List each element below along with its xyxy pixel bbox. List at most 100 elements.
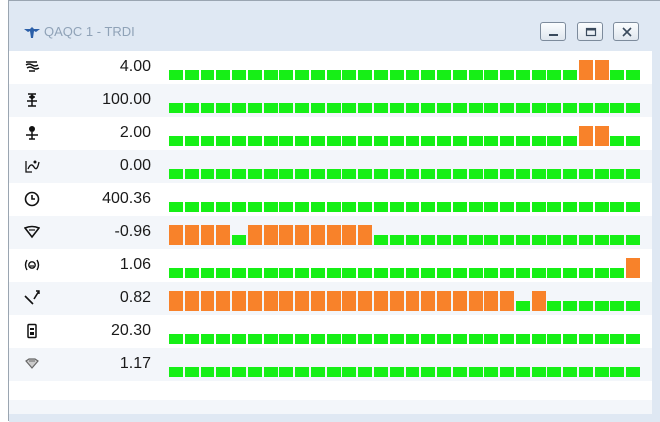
status-cell-warning <box>216 291 231 311</box>
status-cell-warning <box>626 258 641 278</box>
status-cell-ok <box>342 70 357 80</box>
status-cell-ok <box>594 301 609 311</box>
status-cell-warning <box>452 291 467 311</box>
status-cell-ok <box>279 334 294 344</box>
status-cell-ok <box>594 202 609 212</box>
status-cell-ok <box>421 169 436 179</box>
status-cell-ok <box>421 367 436 377</box>
status-cell-ok <box>437 367 451 377</box>
status-cell-ok <box>342 136 357 146</box>
status-cell-ok <box>216 202 231 212</box>
status-cell-ok <box>405 367 420 377</box>
status-cell-ok <box>279 202 294 212</box>
status-cell-ok <box>232 103 247 113</box>
tilt-icon <box>24 259 40 271</box>
status-cell-ok <box>389 70 404 80</box>
status-cell-ok <box>405 268 420 278</box>
status-cell-warning <box>232 291 247 311</box>
status-cell-ok <box>531 367 546 377</box>
status-bar <box>169 169 642 179</box>
status-cell-warning <box>468 291 483 311</box>
status-cell-ok <box>405 235 420 245</box>
status-cell-warning <box>200 291 215 311</box>
status-cell-ok <box>405 70 420 80</box>
status-cell-ok <box>484 169 499 179</box>
status-cell-ok <box>500 235 515 245</box>
status-cell-ok <box>232 169 247 179</box>
status-cell-ok <box>578 301 593 311</box>
status-cell-ok <box>358 268 373 278</box>
status-cell-ok <box>169 103 183 113</box>
close-button[interactable] <box>613 22 639 41</box>
transducer-icon <box>25 358 39 369</box>
status-cell-ok <box>169 367 183 377</box>
status-cell-ok <box>626 202 641 212</box>
status-cell-ok <box>452 334 467 344</box>
status-cell-ok <box>610 202 625 212</box>
status-cell-warning <box>326 225 341 245</box>
status-cell-ok <box>594 103 609 113</box>
status-cell-warning <box>421 291 436 311</box>
status-cell-ok <box>484 334 499 344</box>
title-bar[interactable]: QAQC 1 - TRDI <box>9 1 660 51</box>
status-cell-ok <box>263 169 278 179</box>
status-cell-ok <box>626 136 641 146</box>
status-cell-ok <box>500 334 515 344</box>
status-cell-ok <box>389 136 404 146</box>
status-cell-ok <box>263 103 278 113</box>
status-cell-ok <box>468 334 483 344</box>
status-cell-ok <box>563 301 578 311</box>
status-cell-ok <box>200 70 215 80</box>
status-cell-warning <box>578 60 593 80</box>
status-cell-ok <box>626 334 641 344</box>
qaqc-row-depth: 1.17 <box>9 348 652 381</box>
status-cell-ok <box>610 301 625 311</box>
status-cell-warning <box>342 225 357 245</box>
status-cell-ok <box>216 367 231 377</box>
maximize-button[interactable] <box>577 22 603 41</box>
status-cell-ok <box>484 103 499 113</box>
qaqc-row-correlation: 0.00 <box>9 150 652 183</box>
status-cell-ok <box>184 70 199 80</box>
status-bar <box>169 103 642 113</box>
status-cell-ok <box>200 136 215 146</box>
status-cell-ok <box>279 367 294 377</box>
status-cell-ok <box>515 268 530 278</box>
status-cell-ok <box>279 70 294 80</box>
battery-icon <box>27 323 37 339</box>
status-cell-ok <box>626 103 641 113</box>
status-cell-ok <box>515 70 530 80</box>
status-cell-ok <box>578 169 593 179</box>
window-frame-right <box>652 51 660 422</box>
minimize-button[interactable] <box>540 22 566 41</box>
status-cell-warning <box>389 291 404 311</box>
status-cell-ok <box>421 136 436 146</box>
status-cell-warning <box>279 225 294 245</box>
status-cell-ok <box>437 70 451 80</box>
status-cell-ok <box>326 169 341 179</box>
status-cell-ok <box>373 70 388 80</box>
status-cell-ok <box>437 103 451 113</box>
status-cell-ok <box>263 70 278 80</box>
status-cell-ok <box>563 70 578 80</box>
status-cell-ok <box>216 70 231 80</box>
status-cell-ok <box>610 103 625 113</box>
status-cell-ok <box>531 136 546 146</box>
status-cell-ok <box>358 70 373 80</box>
status-cell-ok <box>232 202 247 212</box>
status-cell-ok <box>373 268 388 278</box>
status-bar <box>169 258 642 278</box>
row-value: 2.00 <box>119 124 151 141</box>
status-cell-ok <box>531 268 546 278</box>
qaqc-row-heading: -0.96 <box>9 216 652 249</box>
status-cell-ok <box>310 70 325 80</box>
status-cell-ok <box>515 136 530 146</box>
clock-icon <box>24 191 40 207</box>
status-cell-ok <box>500 70 515 80</box>
status-cell-ok <box>594 169 609 179</box>
status-cell-ok <box>563 235 578 245</box>
status-cell-ok <box>279 136 294 146</box>
status-cell-ok <box>515 334 530 344</box>
status-cell-ok <box>263 268 278 278</box>
status-cell-ok <box>437 136 451 146</box>
